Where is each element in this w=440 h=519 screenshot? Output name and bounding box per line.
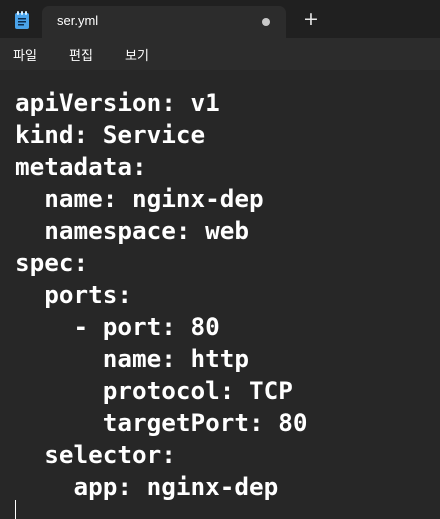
menu-view[interactable]: 보기 (125, 45, 149, 64)
code-line-12: selector: (15, 440, 176, 469)
notepad-icon (15, 11, 29, 29)
code-line-7: ports: (15, 280, 133, 309)
tab-title: ser.yml (57, 13, 99, 28)
code-line-1: apiVersion: v1 (15, 88, 220, 117)
text-cursor (15, 500, 16, 519)
menu-file[interactable]: 파일 (13, 45, 37, 64)
code-line-3: metadata: (15, 152, 147, 181)
code-line-10: protocol: TCP (15, 376, 293, 405)
title-bar: ser.yml + (0, 0, 440, 38)
code-line-9: name: http (15, 344, 250, 373)
plus-icon[interactable]: + (300, 8, 322, 30)
tab-ser-yml[interactable]: ser.yml (42, 6, 286, 38)
code-line-5: namespace: web (15, 216, 250, 245)
menu-edit[interactable]: 편집 (69, 45, 93, 64)
code-line-13: app: nginx-dep (15, 472, 279, 501)
code-text[interactable]: apiVersion: v1 kind: Service metadata: nam… (15, 87, 308, 503)
code-line-11: targetPort: 80 (15, 408, 308, 437)
code-line-8: - port: 80 (15, 312, 220, 341)
code-line-2: kind: Service (15, 120, 206, 149)
text-editor[interactable]: apiVersion: v1 kind: Service metadata: nam… (0, 70, 440, 519)
unsaved-dot-icon[interactable] (262, 18, 270, 26)
code-line-4: name: nginx-dep (15, 184, 264, 213)
code-line-6: spec: (15, 248, 89, 277)
menu-bar: 파일 편집 보기 (0, 38, 440, 70)
